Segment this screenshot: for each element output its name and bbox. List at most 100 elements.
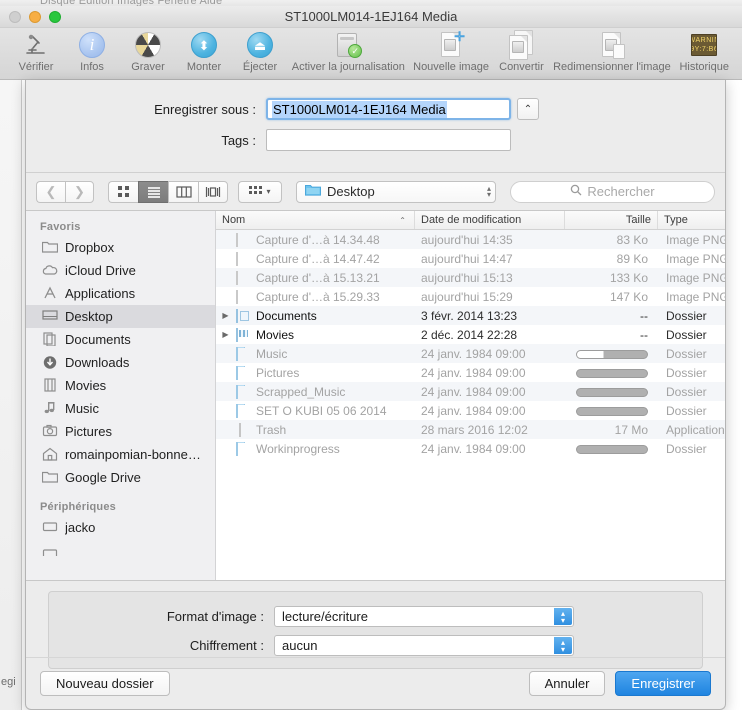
folder-icon [305, 183, 321, 201]
sidebar-item-home[interactable]: romainpomian-bonne… [26, 443, 215, 466]
table-row[interactable]: ▶ Capture d'…à 15.13.21 aujourd'hui 15:1… [216, 268, 725, 287]
file-date: 3 févr. 2014 13:23 [421, 308, 518, 323]
file-type: Image PNG [666, 251, 725, 266]
png-file-icon [236, 251, 251, 266]
eject-icon: ⏏ [247, 30, 273, 60]
arrange-by-button[interactable]: ▾ [238, 180, 282, 203]
file-date: 24 janv. 1984 09:00 [421, 365, 526, 380]
toolbar-item-convert[interactable]: Convertir [493, 29, 549, 73]
table-row[interactable]: ▶ Capture d'…à 14.47.42 aujourd'hui 14:4… [216, 249, 725, 268]
toolbar-label: Infos [80, 61, 104, 73]
sidebar-item-label: Documents [65, 332, 131, 347]
list-view-button[interactable] [138, 180, 168, 203]
file-name: Movies [256, 327, 295, 342]
file-date: 28 mars 2016 12:02 [421, 422, 528, 437]
window-title: ST1000LM014-1EJ164 Media [284, 9, 458, 24]
table-row[interactable]: ▶ Scrapped_Music 24 janv. 1984 09:00 Dos… [216, 382, 725, 401]
column-header-name[interactable]: Nom ⌃ [216, 211, 415, 229]
table-row[interactable]: ▶ Movies 2 déc. 2014 22:28 -- Dossier [216, 325, 725, 344]
sidebar-group-devices-title: Périphériques [40, 501, 116, 513]
table-row[interactable]: ▶ Trash 28 mars 2016 12:02 17 Mo Applica… [216, 420, 725, 439]
sidebar-item-applications[interactable]: Applications [26, 282, 215, 305]
file-date: 2 déc. 2014 22:28 [421, 327, 518, 342]
nav-arrow-group: ❮ ❯ [36, 180, 94, 203]
toolbar-item-eject[interactable]: ⏏ Éjecter [232, 30, 288, 73]
table-row[interactable]: ▶ Capture d'…à 15.29.33 aujourd'hui 15:2… [216, 287, 725, 306]
sidebar-item-icloud-drive[interactable]: iCloud Drive [26, 259, 215, 282]
table-row[interactable]: ▶ SET O KUBI 05 06 2014 24 janv. 1984 09… [216, 401, 725, 420]
column-header-date[interactable]: Date de modification [415, 211, 565, 229]
column-header-size[interactable]: Taille [565, 211, 658, 229]
table-row[interactable]: ▶ Workinprogress 24 janv. 1984 09:00 Dos… [216, 439, 725, 458]
save-as-input[interactable]: ST1000LM014-1EJ164 Media [266, 98, 511, 120]
history-log-icon: WARNIN 9Y:7:B6 [691, 30, 718, 60]
search-icon [570, 183, 582, 201]
toolbar-item-journaling[interactable]: ✓ Activer la journalisation [288, 30, 409, 73]
encryption-select[interactable]: aucun ▴ ▾ [274, 635, 574, 656]
disclosure-triangle: ▶ [220, 444, 231, 453]
toolbar-item-mount[interactable]: ⬍ Monter [176, 30, 232, 73]
search-input[interactable]: Rechercher [510, 180, 715, 203]
sheet-header: Enregistrer sous : ST1000LM014-1EJ164 Me… [26, 80, 725, 173]
home-icon [42, 447, 58, 463]
sidebar-item-documents[interactable]: Documents [26, 328, 215, 351]
disclosure-triangle: ▶ [220, 406, 231, 415]
column-header-label: Nom [222, 214, 246, 226]
tags-input[interactable] [266, 129, 511, 151]
sidebar-item-partial[interactable] [26, 539, 215, 562]
file-name: Scrapped_Music [256, 384, 346, 399]
sidebar-item-label: Applications [65, 286, 136, 301]
save-button[interactable]: Enregistrer [615, 671, 711, 696]
coverflow-view-button[interactable] [198, 180, 228, 203]
table-row[interactable]: ▶ Capture d'…à 14.34.48 aujourd'hui 14:3… [216, 230, 725, 249]
column-header-type[interactable]: Type [658, 211, 725, 229]
microscope-icon [23, 30, 49, 60]
file-date: aujourd'hui 14:35 [421, 232, 513, 247]
sidebar-item-downloads[interactable]: Downloads [26, 351, 215, 374]
table-row[interactable]: ▶ Music 24 janv. 1984 09:00 Dossier [216, 344, 725, 363]
convert-icon [509, 29, 534, 60]
cancel-button[interactable]: Annuler [528, 671, 606, 696]
toolbar-item-info[interactable]: Infos [64, 30, 120, 73]
column-view-button[interactable] [168, 180, 198, 203]
file-name: Capture d'…à 15.29.33 [256, 289, 380, 304]
toolbar-item-burn[interactable]: Graver [120, 30, 176, 73]
dialog-footer: Nouveau dossier Annuler Enregistrer [26, 657, 725, 709]
forward-button[interactable]: ❯ [65, 180, 94, 203]
file-name: SET O KUBI 05 06 2014 [256, 403, 387, 418]
expand-dialog-button[interactable]: ⌃ [517, 98, 539, 120]
file-list-header: Nom ⌃ Date de modification Taille Type [216, 211, 725, 230]
table-row[interactable]: ▶ Documents 3 févr. 2014 13:23 -- Dossie… [216, 306, 725, 325]
sidebar-item-dropbox[interactable]: Dropbox [26, 236, 215, 259]
sidebar-item-google-drive[interactable]: Google Drive [26, 466, 215, 489]
table-row[interactable]: ▶ Pictures 24 janv. 1984 09:00 Dossier [216, 363, 725, 382]
toolbar-item-new-image[interactable]: ✛ Nouvelle image [409, 30, 494, 74]
sidebar-item-music[interactable]: Music [26, 397, 215, 420]
disclosure-triangle[interactable]: ▶ [220, 330, 231, 339]
documents-folder-icon [236, 308, 251, 323]
disclosure-triangle[interactable]: ▶ [220, 311, 231, 320]
stepper-icon: ▴ ▾ [554, 637, 572, 654]
sidebar-item-pictures[interactable]: Pictures [26, 420, 215, 443]
png-file-icon [236, 289, 251, 304]
back-button[interactable]: ❮ [36, 180, 65, 203]
file-name: Pictures [256, 365, 300, 380]
png-file-icon [236, 232, 251, 247]
icon-view-button[interactable] [108, 180, 138, 203]
sort-ascending-icon: ⌃ [399, 215, 406, 225]
chevron-right-icon: ❯ [74, 183, 85, 199]
location-popup-button[interactable]: Desktop ▴ ▾ [296, 180, 496, 203]
image-format-select[interactable]: lecture/écriture ▴ ▾ [274, 606, 574, 627]
file-size: 17 Mo [614, 422, 648, 437]
toolbar-item-verify[interactable]: Vérifier [8, 30, 64, 73]
window-titlebar: ST1000LM014-1EJ164 Media [0, 6, 742, 28]
new-folder-button[interactable]: Nouveau dossier [40, 671, 170, 696]
sidebar-item-jacko[interactable]: jacko [26, 516, 215, 539]
sidebar-item-desktop[interactable]: Desktop [26, 305, 215, 328]
toolbar-item-resize-image[interactable]: Redimensionner l'image [549, 30, 674, 73]
sidebar-item-movies[interactable]: Movies [26, 374, 215, 397]
toolbar-item-history[interactable]: WARNIN 9Y:7:B6 Historique [674, 30, 734, 73]
columns-icon [175, 185, 192, 198]
app-sidebar-strip [0, 80, 22, 710]
applications-icon [42, 286, 58, 302]
